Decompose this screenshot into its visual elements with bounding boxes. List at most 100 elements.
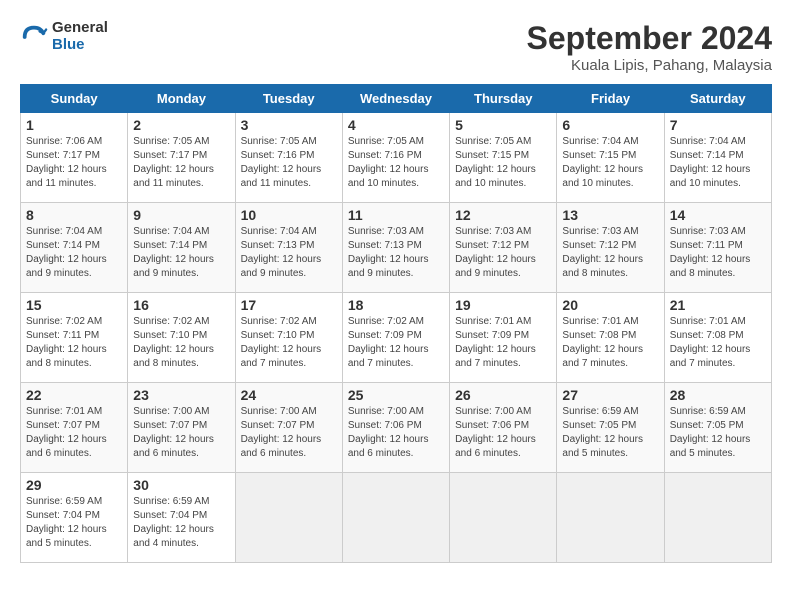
day-number: 10 xyxy=(241,207,337,223)
day-info: Sunrise: 7:01 AMSunset: 7:07 PMDaylight:… xyxy=(26,405,122,461)
day-number: 22 xyxy=(26,387,122,403)
day-number: 23 xyxy=(133,387,229,403)
day-info: Sunrise: 7:04 AMSunset: 7:15 PMDaylight:… xyxy=(562,135,658,191)
calendar-cell xyxy=(342,473,449,563)
calendar-cell: 6 Sunrise: 7:04 AMSunset: 7:15 PMDayligh… xyxy=(557,113,664,203)
calendar-cell: 30 Sunrise: 6:59 AMSunset: 7:04 PMDaylig… xyxy=(128,473,235,563)
calendar-cell: 24 Sunrise: 7:00 AMSunset: 7:07 PMDaylig… xyxy=(235,383,342,473)
day-info: Sunrise: 7:03 AMSunset: 7:11 PMDaylight:… xyxy=(670,225,766,281)
calendar-cell: 26 Sunrise: 7:00 AMSunset: 7:06 PMDaylig… xyxy=(450,383,557,473)
calendar-cell: 12 Sunrise: 7:03 AMSunset: 7:12 PMDaylig… xyxy=(450,203,557,293)
day-info: Sunrise: 7:05 AMSunset: 7:16 PMDaylight:… xyxy=(348,135,444,191)
day-number: 16 xyxy=(133,297,229,313)
day-number: 24 xyxy=(241,387,337,403)
day-info: Sunrise: 6:59 AMSunset: 7:04 PMDaylight:… xyxy=(26,495,122,551)
header-day: Sunday xyxy=(21,85,128,113)
calendar-cell: 23 Sunrise: 7:00 AMSunset: 7:07 PMDaylig… xyxy=(128,383,235,473)
day-number: 25 xyxy=(348,387,444,403)
day-info: Sunrise: 7:02 AMSunset: 7:09 PMDaylight:… xyxy=(348,315,444,371)
day-info: Sunrise: 7:05 AMSunset: 7:15 PMDaylight:… xyxy=(455,135,551,191)
logo: General Blue xyxy=(20,20,108,53)
calendar-cell: 22 Sunrise: 7:01 AMSunset: 7:07 PMDaylig… xyxy=(21,383,128,473)
day-info: Sunrise: 7:05 AMSunset: 7:17 PMDaylight:… xyxy=(133,135,229,191)
day-info: Sunrise: 7:00 AMSunset: 7:06 PMDaylight:… xyxy=(348,405,444,461)
day-info: Sunrise: 6:59 AMSunset: 7:04 PMDaylight:… xyxy=(133,495,229,551)
header-day: Friday xyxy=(557,85,664,113)
day-number: 13 xyxy=(562,207,658,223)
logo-general: General xyxy=(52,20,108,37)
day-info: Sunrise: 7:03 AMSunset: 7:12 PMDaylight:… xyxy=(455,225,551,281)
day-info: Sunrise: 7:00 AMSunset: 7:07 PMDaylight:… xyxy=(241,405,337,461)
day-number: 6 xyxy=(562,117,658,133)
calendar-cell: 17 Sunrise: 7:02 AMSunset: 7:10 PMDaylig… xyxy=(235,293,342,383)
day-info: Sunrise: 7:03 AMSunset: 7:12 PMDaylight:… xyxy=(562,225,658,281)
day-info: Sunrise: 7:00 AMSunset: 7:07 PMDaylight:… xyxy=(133,405,229,461)
day-number: 30 xyxy=(133,477,229,493)
day-number: 15 xyxy=(26,297,122,313)
calendar-cell xyxy=(235,473,342,563)
calendar-cell: 16 Sunrise: 7:02 AMSunset: 7:10 PMDaylig… xyxy=(128,293,235,383)
calendar-cell xyxy=(450,473,557,563)
calendar-cell: 10 Sunrise: 7:04 AMSunset: 7:13 PMDaylig… xyxy=(235,203,342,293)
logo-text: General Blue xyxy=(52,20,108,53)
day-number: 26 xyxy=(455,387,551,403)
day-number: 20 xyxy=(562,297,658,313)
header-day: Tuesday xyxy=(235,85,342,113)
header: General Blue September 2024 Kuala Lipis,… xyxy=(20,20,772,74)
calendar-cell: 25 Sunrise: 7:00 AMSunset: 7:06 PMDaylig… xyxy=(342,383,449,473)
day-number: 17 xyxy=(241,297,337,313)
day-number: 14 xyxy=(670,207,766,223)
month-title: September 2024 xyxy=(527,20,772,57)
day-number: 3 xyxy=(241,117,337,133)
day-info: Sunrise: 7:02 AMSunset: 7:10 PMDaylight:… xyxy=(241,315,337,371)
calendar-cell: 4 Sunrise: 7:05 AMSunset: 7:16 PMDayligh… xyxy=(342,113,449,203)
header-day: Saturday xyxy=(664,85,771,113)
header-day: Monday xyxy=(128,85,235,113)
calendar-cell: 28 Sunrise: 6:59 AMSunset: 7:05 PMDaylig… xyxy=(664,383,771,473)
day-info: Sunrise: 7:03 AMSunset: 7:13 PMDaylight:… xyxy=(348,225,444,281)
day-number: 7 xyxy=(670,117,766,133)
calendar-cell: 1 Sunrise: 7:06 AMSunset: 7:17 PMDayligh… xyxy=(21,113,128,203)
calendar-cell: 13 Sunrise: 7:03 AMSunset: 7:12 PMDaylig… xyxy=(557,203,664,293)
day-info: Sunrise: 7:02 AMSunset: 7:10 PMDaylight:… xyxy=(133,315,229,371)
day-info: Sunrise: 7:02 AMSunset: 7:11 PMDaylight:… xyxy=(26,315,122,371)
day-info: Sunrise: 7:01 AMSunset: 7:08 PMDaylight:… xyxy=(670,315,766,371)
day-number: 4 xyxy=(348,117,444,133)
calendar-cell xyxy=(664,473,771,563)
day-info: Sunrise: 7:04 AMSunset: 7:13 PMDaylight:… xyxy=(241,225,337,281)
day-info: Sunrise: 7:00 AMSunset: 7:06 PMDaylight:… xyxy=(455,405,551,461)
calendar-cell: 9 Sunrise: 7:04 AMSunset: 7:14 PMDayligh… xyxy=(128,203,235,293)
calendar-cell: 19 Sunrise: 7:01 AMSunset: 7:09 PMDaylig… xyxy=(450,293,557,383)
day-number: 19 xyxy=(455,297,551,313)
calendar-cell: 7 Sunrise: 7:04 AMSunset: 7:14 PMDayligh… xyxy=(664,113,771,203)
day-number: 12 xyxy=(455,207,551,223)
title-area: September 2024 Kuala Lipis, Pahang, Mala… xyxy=(527,20,772,74)
calendar-cell: 14 Sunrise: 7:03 AMSunset: 7:11 PMDaylig… xyxy=(664,203,771,293)
calendar-cell: 18 Sunrise: 7:02 AMSunset: 7:09 PMDaylig… xyxy=(342,293,449,383)
day-info: Sunrise: 7:04 AMSunset: 7:14 PMDaylight:… xyxy=(26,225,122,281)
day-number: 27 xyxy=(562,387,658,403)
day-info: Sunrise: 7:05 AMSunset: 7:16 PMDaylight:… xyxy=(241,135,337,191)
day-number: 9 xyxy=(133,207,229,223)
calendar-cell: 27 Sunrise: 6:59 AMSunset: 7:05 PMDaylig… xyxy=(557,383,664,473)
day-number: 5 xyxy=(455,117,551,133)
calendar-table: SundayMondayTuesdayWednesdayThursdayFrid… xyxy=(20,84,772,563)
logo-blue: Blue xyxy=(52,37,108,54)
day-number: 21 xyxy=(670,297,766,313)
day-number: 2 xyxy=(133,117,229,133)
calendar-row: 29 Sunrise: 6:59 AMSunset: 7:04 PMDaylig… xyxy=(21,473,772,563)
day-info: Sunrise: 6:59 AMSunset: 7:05 PMDaylight:… xyxy=(562,405,658,461)
day-number: 8 xyxy=(26,207,122,223)
day-info: Sunrise: 7:04 AMSunset: 7:14 PMDaylight:… xyxy=(670,135,766,191)
calendar-row: 22 Sunrise: 7:01 AMSunset: 7:07 PMDaylig… xyxy=(21,383,772,473)
day-number: 29 xyxy=(26,477,122,493)
day-info: Sunrise: 7:01 AMSunset: 7:09 PMDaylight:… xyxy=(455,315,551,371)
logo-icon xyxy=(20,23,48,51)
day-number: 1 xyxy=(26,117,122,133)
calendar-cell: 5 Sunrise: 7:05 AMSunset: 7:15 PMDayligh… xyxy=(450,113,557,203)
calendar-cell: 21 Sunrise: 7:01 AMSunset: 7:08 PMDaylig… xyxy=(664,293,771,383)
day-number: 28 xyxy=(670,387,766,403)
calendar-row: 1 Sunrise: 7:06 AMSunset: 7:17 PMDayligh… xyxy=(21,113,772,203)
day-info: Sunrise: 7:06 AMSunset: 7:17 PMDaylight:… xyxy=(26,135,122,191)
calendar-cell xyxy=(557,473,664,563)
